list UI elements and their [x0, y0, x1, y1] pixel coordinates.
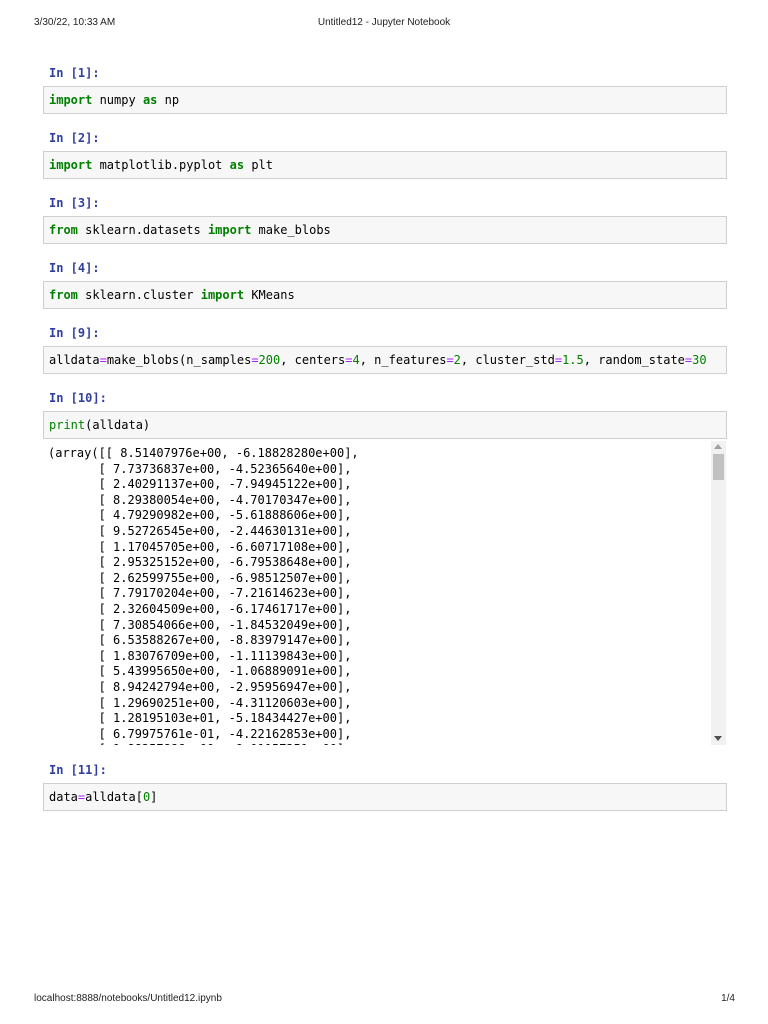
- print-header: 3/30/22, 10:33 AM Untitled12 - Jupyter N…: [0, 17, 768, 31]
- output-line: [ 5.43995650e+00, -1.06889091e+00],: [48, 664, 352, 679]
- code-token: make_blobs: [251, 223, 331, 237]
- code-text: data=alldata[0]: [49, 790, 157, 804]
- code-token: print: [49, 418, 86, 432]
- output-line: [ 8.29380054e+00, -4.70170347e+00],: [48, 492, 352, 507]
- output-line: [ 7.79170204e+00, -7.21614623e+00],: [48, 586, 352, 601]
- code-token: , centers: [280, 353, 346, 367]
- code-token: 4: [352, 353, 360, 367]
- code-token: import: [200, 288, 245, 302]
- code-token: , cluster_std: [460, 353, 555, 367]
- code-input[interactable]: import matplotlib.pyplot as plt: [43, 151, 727, 179]
- output-line: [ 1.88257886e+00, -9.01157251e+00],: [48, 742, 359, 745]
- code-token: as: [142, 93, 158, 107]
- output-line: [ 9.52726545e+00, -2.44630131e+00],: [48, 523, 352, 538]
- output-line: [ 1.83076709e+00, -1.11139843e+00],: [48, 648, 352, 663]
- output-line: [ 2.40291137e+00, -7.94945122e+00],: [48, 477, 352, 492]
- code-token: import: [49, 93, 93, 107]
- input-prompt: In [9]:: [49, 326, 100, 340]
- input-prompt: In [11]:: [49, 763, 107, 777]
- code-token: plt: [244, 158, 273, 172]
- code-token: data: [49, 790, 78, 804]
- output-line: [ 8.94242794e+00, -2.95956947e+00],: [48, 679, 352, 694]
- code-token: from: [49, 223, 78, 237]
- code-token: alldata[: [85, 790, 143, 804]
- code-input[interactable]: alldata=make_blobs(n_samples=200, center…: [43, 346, 727, 374]
- output-line: [ 2.62599755e+00, -6.98512507e+00],: [48, 570, 352, 585]
- code-token: import: [207, 223, 252, 237]
- output-line: [ 4.79290982e+00, -5.61888606e+00],: [48, 508, 352, 523]
- output-line: [ 6.79975761e-01, -4.22162853e+00],: [48, 726, 352, 741]
- code-text: alldata=make_blobs(n_samples=200, center…: [49, 353, 707, 367]
- scroll-down-arrow-icon[interactable]: [714, 736, 722, 741]
- page-number: 1/4: [721, 993, 735, 1004]
- input-prompt: In [4]:: [49, 261, 100, 275]
- code-text: from sklearn.cluster import KMeans: [49, 288, 295, 302]
- code-token: import: [49, 158, 93, 172]
- code-token: =: [554, 353, 563, 367]
- output-line: [ 7.73736837e+00, -4.52365640e+00],: [48, 461, 352, 476]
- code-token: make_blobs(n_samples: [106, 353, 252, 367]
- code-token: KMeans: [244, 288, 295, 302]
- code-token: , n_features: [359, 353, 447, 367]
- output-line: [ 1.28195103e+01, -5.18434427e+00],: [48, 711, 352, 726]
- code-token: matplotlib.pyplot: [92, 158, 230, 172]
- code-input[interactable]: from sklearn.cluster import KMeans: [43, 281, 727, 309]
- code-text: print(alldata): [49, 418, 150, 432]
- code-input[interactable]: import numpy as np: [43, 86, 727, 114]
- code-text: import numpy as np: [49, 93, 179, 107]
- code-input[interactable]: print(alldata): [43, 411, 727, 439]
- print-page-title: Untitled12 - Jupyter Notebook: [317, 17, 451, 28]
- code-token: =: [446, 353, 454, 367]
- code-token: as: [229, 158, 245, 172]
- output-line: [ 6.53588267e+00, -8.83979147e+00],: [48, 633, 352, 648]
- code-token: alldata: [49, 353, 100, 367]
- code-input[interactable]: data=alldata[0]: [43, 783, 727, 811]
- code-text: import matplotlib.pyplot as plt: [49, 158, 273, 172]
- scroll-thumb[interactable]: [713, 454, 724, 480]
- cell-output[interactable]: (array([[ 8.51407976e+00, -6.18828280e+0…: [44, 441, 726, 745]
- code-input[interactable]: from sklearn.datasets import make_blobs: [43, 216, 727, 244]
- input-prompt: In [10]:: [49, 391, 107, 405]
- output-text: (array([[ 8.51407976e+00, -6.18828280e+0…: [48, 446, 359, 745]
- code-token: np: [157, 93, 180, 107]
- code-token: sklearn.cluster: [77, 288, 201, 302]
- code-token: 30: [692, 353, 707, 367]
- output-scrollbar[interactable]: [711, 441, 726, 745]
- output-line: [ 1.17045705e+00, -6.60717108e+00],: [48, 539, 352, 554]
- input-prompt: In [2]:: [49, 131, 100, 145]
- output-line: (array([[ 8.51407976e+00, -6.18828280e+0…: [48, 446, 359, 460]
- output-line: [ 1.29690251e+00, -4.31120603e+00],: [48, 695, 352, 710]
- code-token: =: [251, 353, 259, 367]
- code-token: 1.5: [562, 353, 584, 367]
- code-token: sklearn.datasets: [77, 223, 208, 237]
- code-token: numpy: [92, 93, 143, 107]
- code-token: from: [49, 288, 78, 302]
- output-line: [ 7.30854066e+00, -1.84532049e+00],: [48, 617, 352, 632]
- input-prompt: In [3]:: [49, 196, 100, 210]
- output-line: [ 2.95325152e+00, -6.79538648e+00],: [48, 555, 352, 570]
- code-token: ]: [150, 790, 158, 804]
- scroll-up-arrow-icon[interactable]: [714, 444, 722, 449]
- code-token: =: [99, 353, 107, 367]
- print-url: localhost:8888/notebooks/Untitled12.ipyn…: [34, 993, 222, 1004]
- code-token: , random_state: [583, 353, 685, 367]
- output-line: [ 2.32604509e+00, -6.17461717e+00],: [48, 601, 352, 616]
- code-token: 2: [453, 353, 461, 367]
- code-token: (alldata): [85, 418, 151, 432]
- code-token: 200: [258, 353, 281, 367]
- code-text: from sklearn.datasets import make_blobs: [49, 223, 331, 237]
- code-token: =: [345, 353, 353, 367]
- input-prompt: In [1]:: [49, 66, 100, 80]
